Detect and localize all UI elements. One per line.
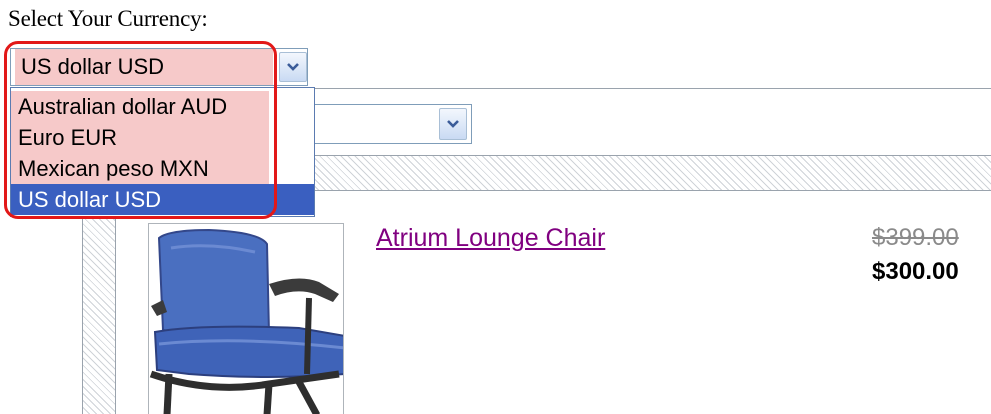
section-divider bbox=[312, 88, 991, 89]
currency-select-button[interactable] bbox=[279, 52, 307, 82]
chevron-down-icon bbox=[287, 63, 299, 71]
sale-price: $300.00 bbox=[872, 258, 959, 285]
lounge-chair-image bbox=[149, 228, 343, 414]
secondary-select[interactable] bbox=[300, 104, 472, 144]
currency-label: Select Your Currency: bbox=[8, 6, 208, 31]
product-image[interactable] bbox=[148, 223, 344, 414]
secondary-select-button[interactable] bbox=[439, 108, 467, 140]
hatched-header-band bbox=[312, 155, 991, 191]
product-name-link[interactable]: Atrium Lounge Chair bbox=[376, 224, 605, 253]
original-price: $399.00 bbox=[872, 224, 959, 251]
hatched-side-column bbox=[82, 189, 116, 414]
chevron-down-icon bbox=[447, 120, 459, 128]
highlight-outline bbox=[4, 41, 277, 219]
